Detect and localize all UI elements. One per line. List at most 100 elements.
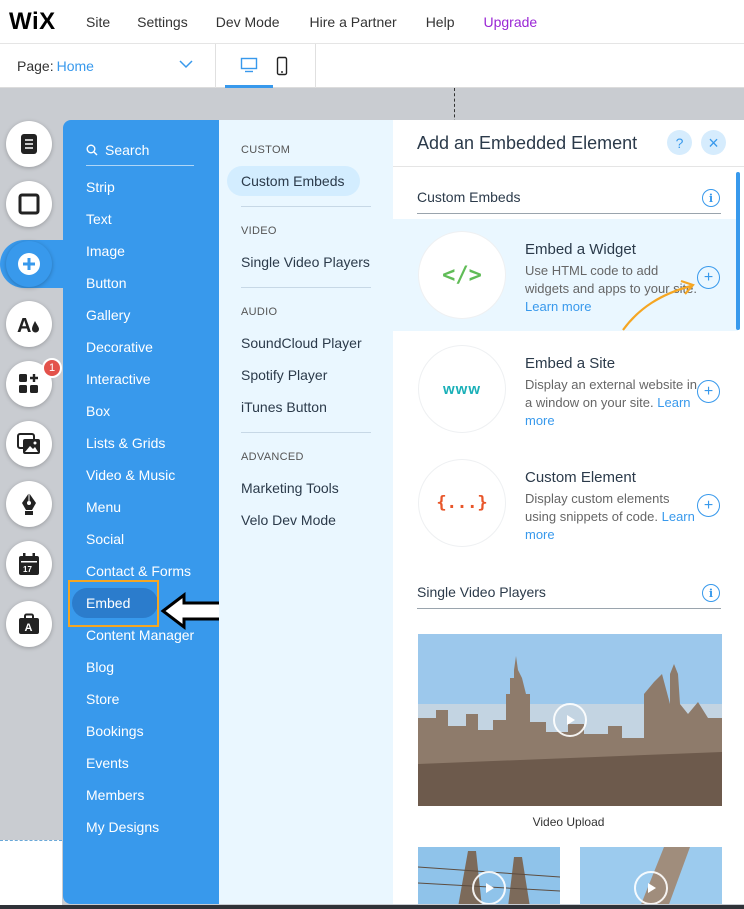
page-label: Page: (17, 58, 54, 74)
item-description: Display an external website in a window … (525, 376, 700, 430)
item-title: Custom Element (525, 469, 636, 486)
info-icon[interactable]: i (702, 584, 720, 602)
category-video-music[interactable]: Video & Music (86, 467, 175, 483)
design-button[interactable]: A (6, 301, 52, 347)
apps-icon (19, 374, 38, 393)
section-title-custom-embeds: Custom Embeds (417, 189, 521, 205)
category-social[interactable]: Social (86, 531, 124, 547)
close-icon: × (708, 132, 719, 153)
svg-text:17: 17 (23, 565, 32, 574)
bookings-button[interactable]: 17 (6, 541, 52, 587)
sub-spotify-player[interactable]: Spotify Player (241, 367, 327, 383)
video-thumbnail-3[interactable] (580, 847, 722, 904)
page-selector[interactable]: Page: Home (0, 44, 216, 88)
divider (241, 206, 371, 207)
play-icon[interactable] (553, 703, 587, 737)
sub-custom-embeds[interactable]: Custom Embeds (227, 166, 360, 196)
category-strip[interactable]: Strip (86, 179, 115, 195)
mobile-view-button[interactable] (258, 44, 306, 88)
close-button[interactable]: × (701, 130, 726, 155)
background-icon (18, 193, 40, 215)
code-icon-glyph: </> (442, 262, 482, 288)
add-site-button[interactable]: + (697, 380, 720, 403)
blog-button[interactable] (6, 481, 52, 527)
section-title-video-players: Single Video Players (417, 584, 546, 600)
category-image[interactable]: Image (86, 243, 125, 259)
video-upload-thumbnail[interactable] (418, 634, 722, 806)
add-panel-categories: Search Strip Text Image Button Gallery D… (63, 120, 219, 904)
media-button[interactable] (6, 421, 52, 467)
embed-site-item[interactable]: www Embed a Site Display an external web… (393, 333, 738, 445)
section-advanced: ADVANCED (241, 451, 304, 463)
chevron-down-icon (179, 60, 193, 69)
video-thumbnail-2[interactable] (418, 847, 560, 904)
code-icon: </> (419, 232, 505, 318)
category-menu[interactable]: Menu (86, 499, 121, 515)
embed-highlight-annotation (68, 580, 159, 627)
add-element-button[interactable]: + (697, 494, 720, 517)
pen-nib-icon (22, 493, 36, 515)
item-title: Embed a Site (525, 355, 616, 372)
plus-icon: + (703, 496, 714, 514)
category-my-designs[interactable]: My Designs (86, 819, 159, 835)
category-members[interactable]: Members (86, 787, 144, 803)
divider (241, 432, 371, 433)
braces-icon-glyph: {...} (436, 493, 488, 513)
category-store[interactable]: Store (86, 691, 119, 707)
desktop-icon (240, 57, 258, 72)
wix-logo[interactable]: WiX (9, 8, 79, 36)
top-bar: WiX Site Settings Dev Mode Hire a Partne… (0, 0, 744, 44)
plus-icon: + (703, 268, 714, 286)
sub-marketing-tools[interactable]: Marketing Tools (241, 480, 339, 496)
nav-help[interactable]: Help (426, 14, 455, 30)
www-icon-glyph: www (442, 380, 481, 398)
add-button[interactable] (6, 241, 52, 287)
nav-upgrade[interactable]: Upgrade (483, 14, 537, 30)
category-contact-forms[interactable]: Contact & Forms (86, 563, 191, 579)
header-divider (393, 166, 744, 167)
sub-velo-dev-mode[interactable]: Velo Dev Mode (241, 512, 336, 528)
nav-site[interactable]: Site (86, 14, 110, 30)
category-events[interactable]: Events (86, 755, 129, 771)
notification-badge: 1 (42, 358, 62, 378)
category-button[interactable]: Button (86, 275, 126, 291)
category-lists-grids[interactable]: Lists & Grids (86, 435, 165, 451)
add-panel-details: Add an Embedded Element ? × Custom Embed… (393, 120, 744, 904)
panel-title: Add an Embedded Element (417, 133, 638, 153)
category-box[interactable]: Box (86, 403, 110, 419)
play-icon[interactable] (634, 871, 668, 904)
search-icon (86, 144, 98, 155)
detail-scrollbar[interactable] (736, 172, 740, 330)
briefcase-icon: A (19, 613, 39, 634)
help-icon: ? (675, 134, 684, 151)
help-button[interactable]: ? (667, 130, 692, 155)
sub-single-video-players[interactable]: Single Video Players (241, 254, 370, 270)
sub-soundcloud-player[interactable]: SoundCloud Player (241, 335, 362, 351)
pages-icon (21, 134, 37, 154)
search-field[interactable]: Search (86, 134, 194, 166)
toolbar-divider (315, 44, 316, 88)
add-widget-button[interactable]: + (697, 266, 720, 289)
nav-dev-mode[interactable]: Dev Mode (216, 14, 280, 30)
info-icon[interactable]: i (702, 189, 720, 207)
item-description: Display custom elements using snippets o… (525, 490, 700, 544)
learn-more-link[interactable]: Learn more (525, 299, 591, 314)
svg-text:A: A (17, 315, 31, 335)
category-decorative[interactable]: Decorative (86, 339, 153, 355)
play-icon[interactable] (472, 871, 506, 904)
item-title: Embed a Widget (525, 241, 636, 258)
background-button[interactable] (6, 181, 52, 227)
category-blog[interactable]: Blog (86, 659, 114, 675)
custom-element-item[interactable]: {...} Custom Element Display custom elem… (393, 447, 738, 559)
pages-button[interactable] (6, 121, 52, 167)
sub-itunes-button[interactable]: iTunes Button (241, 399, 327, 415)
nav-hire-partner[interactable]: Hire a Partner (310, 14, 397, 30)
nav-settings[interactable]: Settings (137, 14, 188, 30)
business-button[interactable]: A (6, 601, 52, 647)
media-icon (17, 433, 40, 454)
category-interactive[interactable]: Interactive (86, 371, 151, 387)
page-value: Home (56, 58, 94, 74)
category-text[interactable]: Text (86, 211, 112, 227)
category-bookings[interactable]: Bookings (86, 723, 144, 739)
category-gallery[interactable]: Gallery (86, 307, 130, 323)
